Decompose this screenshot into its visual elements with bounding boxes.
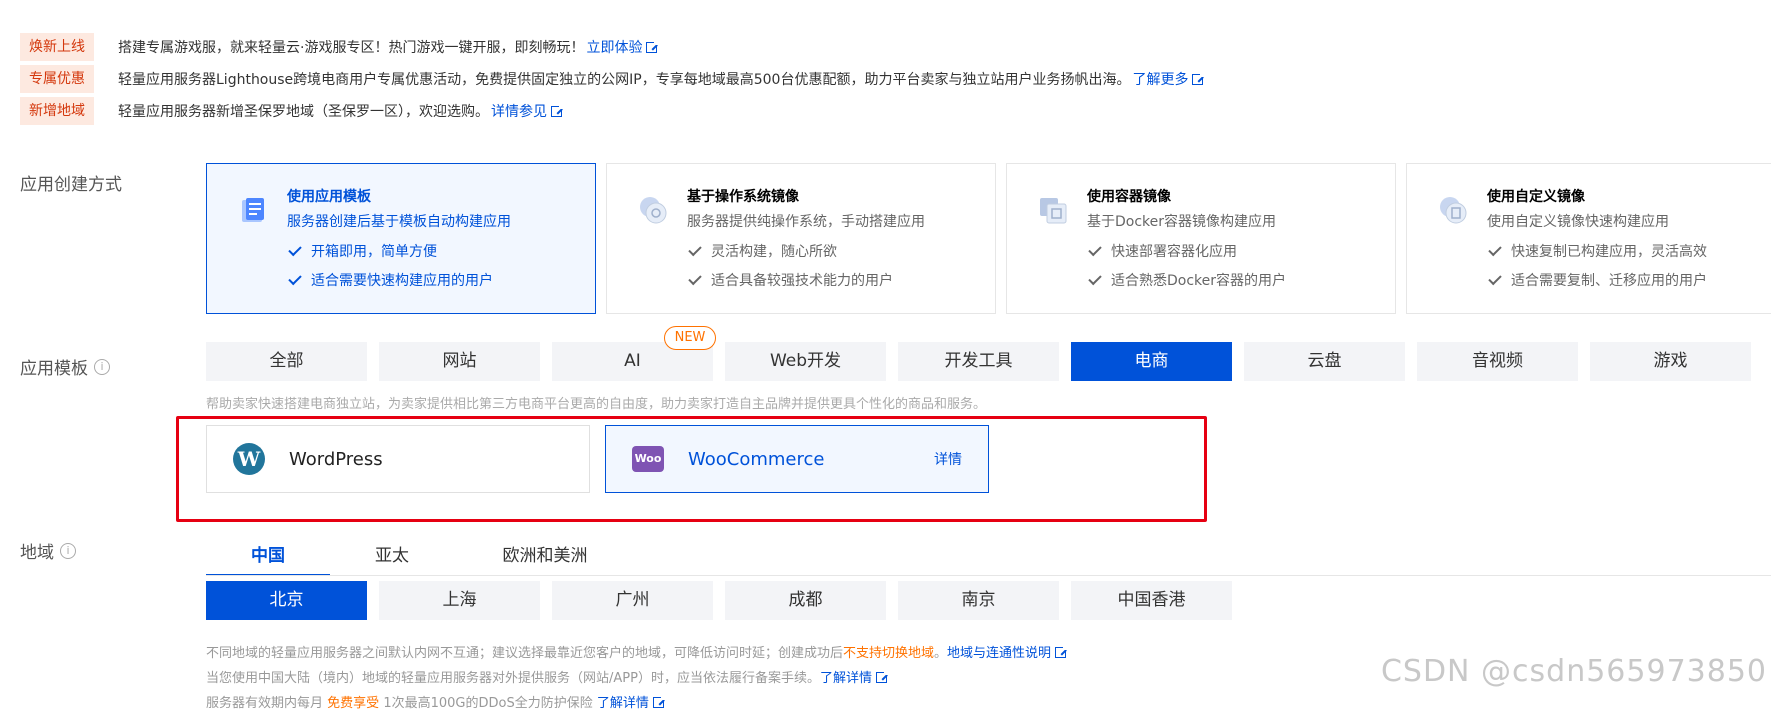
notice-text: 轻量应用服务器Lighthouse跨境电商用户专属优惠活动，免费提供固定独立的公… (118, 72, 1131, 88)
region-tab-china[interactable]: 中国 (206, 536, 330, 576)
method-title: 使用应用模板 (287, 189, 371, 205)
category-tab-all[interactable]: 全部 (206, 342, 367, 381)
custom-image-icon (1440, 197, 1467, 224)
city-tab-guangzhou[interactable]: 广州 (552, 581, 713, 620)
app-template-label: 应用模板 i (20, 354, 110, 379)
notice-row-3: 新增地域 轻量应用服务器新增圣保罗地域（圣保罗一区），欢迎选购。 详情参见 (20, 97, 564, 125)
external-link-icon (1055, 645, 1069, 658)
method-title: 基于操作系统镜像 (687, 189, 799, 205)
city-tab-beijing[interactable]: 北京 (206, 581, 367, 620)
creation-method-label: 应用创建方式 (20, 175, 122, 195)
notice-link-details[interactable]: 详情参见 (491, 101, 564, 121)
connectivity-link[interactable]: 地域与连通性说明 (947, 645, 1069, 661)
info-icon[interactable]: i (60, 542, 76, 559)
method-feature: 开箱即用，简单方便 (287, 241, 595, 261)
region-tab-asia-pacific[interactable]: 亚太 (340, 536, 444, 576)
notice-tag: 专属优惠 (20, 65, 94, 93)
check-icon (288, 242, 302, 256)
notice-tag: 焕新上线 (20, 33, 94, 61)
city-tab-nanjing[interactable]: 南京 (898, 581, 1059, 620)
os-image-icon (640, 197, 667, 224)
filing-details-link[interactable]: 了解详情 (820, 670, 889, 686)
region-label: 地域 i (20, 538, 76, 563)
external-link-icon (875, 670, 889, 683)
method-desc: 服务器创建后基于模板自动构建应用 (287, 214, 511, 230)
region-note-filing: 当您使用中国大陆（境内）地域的轻量应用服务器对外提供服务（网站/APP）时，应当… (206, 667, 889, 686)
external-link-icon (646, 40, 660, 53)
app-name: WooCommerce (688, 448, 825, 470)
category-hint: 帮助卖家快速搭建电商独立站，为卖家提供相比第三方电商平台更高的自由度，助力卖家打… (206, 397, 987, 412)
check-icon (1088, 242, 1102, 256)
app-detail-link[interactable]: 详情 (934, 449, 962, 469)
method-feature: 适合熟悉Docker容器的用户 (1087, 270, 1395, 290)
new-badge: NEW (664, 326, 716, 350)
method-feature: 适合具备较强技术能力的用户 (687, 270, 995, 290)
category-tab-ecommerce[interactable]: 电商 (1071, 342, 1232, 381)
method-desc: 服务器提供纯操作系统，手动搭建应用 (687, 214, 925, 230)
notice-tag: 新增地域 (20, 97, 94, 125)
method-card-container-image[interactable]: 使用容器镜像 基于Docker容器镜像构建应用 快速部署容器化应用 适合熟悉Do… (1006, 163, 1396, 314)
method-title: 使用自定义镜像 (1487, 189, 1585, 205)
app-card-woocommerce[interactable]: Woo WooCommerce 详情 (605, 425, 989, 493)
woocommerce-logo-icon: Woo (632, 446, 664, 472)
method-feature: 适合需要快速构建应用的用户 (287, 270, 595, 290)
notice-row-1: 焕新上线 搭建专属游戏服，就来轻量云·游戏服专区！热门游戏一键开服，即刻畅玩！ … (20, 33, 660, 61)
external-link-icon (652, 695, 666, 708)
wordpress-logo-icon: W (233, 443, 265, 475)
template-icon (242, 198, 264, 222)
category-tab-website[interactable]: 网站 (379, 342, 540, 381)
category-tab-media[interactable]: 音视频 (1417, 342, 1578, 381)
category-tab-dev-tools[interactable]: 开发工具 (898, 342, 1059, 381)
method-feature: 快速部署容器化应用 (1087, 241, 1395, 261)
check-icon (688, 271, 702, 285)
notice-link-more[interactable]: 了解更多 (1132, 69, 1206, 89)
method-card-template[interactable]: 使用应用模板 服务器创建后基于模板自动构建应用 开箱即用，简单方便 适合需要快速… (206, 163, 596, 314)
method-desc: 使用自定义镜像快速构建应用 (1487, 214, 1669, 230)
method-feature: 灵活构建，随心所欲 (687, 241, 995, 261)
check-icon (288, 271, 302, 285)
ddos-details-link[interactable]: 了解详情 (597, 695, 666, 711)
method-card-os-image[interactable]: 基于操作系统镜像 服务器提供纯操作系统，手动搭建应用 灵活构建，随心所欲 适合具… (606, 163, 996, 314)
category-tab-games[interactable]: 游戏 (1590, 342, 1751, 381)
check-icon (1488, 242, 1502, 256)
external-link-icon (551, 104, 564, 117)
method-card-custom-image[interactable]: 使用自定义镜像 使用自定义镜像快速构建应用 快速复制已构建应用，灵活高效 适合需… (1406, 163, 1771, 314)
method-feature: 适合需要复制、迁移应用的用户 (1487, 270, 1771, 290)
method-title: 使用容器镜像 (1087, 189, 1171, 205)
notice-link-try[interactable]: 立即体验 (586, 37, 660, 57)
container-image-icon (1040, 198, 1067, 224)
app-name: WordPress (289, 448, 383, 470)
category-tab-web-dev[interactable]: Web开发 (725, 342, 886, 381)
city-tab-shanghai[interactable]: 上海 (379, 581, 540, 620)
method-feature: 快速复制已构建应用，灵活高效 (1487, 241, 1771, 261)
info-icon[interactable]: i (94, 358, 110, 375)
app-card-wordpress[interactable]: W WordPress (206, 425, 590, 493)
region-note-ddos: 服务器有效期内每月 免费享受 1次最高100G的DDoS全力防护保险 了解详情 (206, 692, 666, 711)
external-link-icon (1192, 72, 1206, 85)
category-tab-cloud-disk[interactable]: 云盘 (1244, 342, 1405, 381)
check-icon (1488, 271, 1502, 285)
check-icon (688, 242, 702, 256)
watermark: CSDN @csdn565973850 (1380, 654, 1767, 689)
check-icon (1088, 271, 1102, 285)
region-tab-divider (206, 575, 1771, 576)
region-note-connectivity: 不同地域的轻量应用服务器之间默认内网不互通；建议选择最靠近您客户的地域，可降低访… (206, 642, 1069, 661)
method-desc: 基于Docker容器镜像构建应用 (1087, 214, 1277, 230)
city-tab-chengdu[interactable]: 成都 (725, 581, 886, 620)
notice-text: 搭建专属游戏服，就来轻量云·游戏服专区！热门游戏一键开服，即刻畅玩！ (118, 40, 585, 56)
warn-text: 不支持切换地域 (843, 646, 935, 661)
warn-text: 免费享受 (327, 696, 380, 711)
notice-row-2: 专属优惠 轻量应用服务器Lighthouse跨境电商用户专属优惠活动，免费提供固… (20, 65, 1206, 93)
notice-text: 轻量应用服务器新增圣保罗地域（圣保罗一区），欢迎选购。 (118, 104, 489, 120)
region-tab-europe-americas[interactable]: 欧洲和美洲 (480, 536, 610, 576)
city-tab-hongkong[interactable]: 中国香港 (1071, 581, 1232, 620)
